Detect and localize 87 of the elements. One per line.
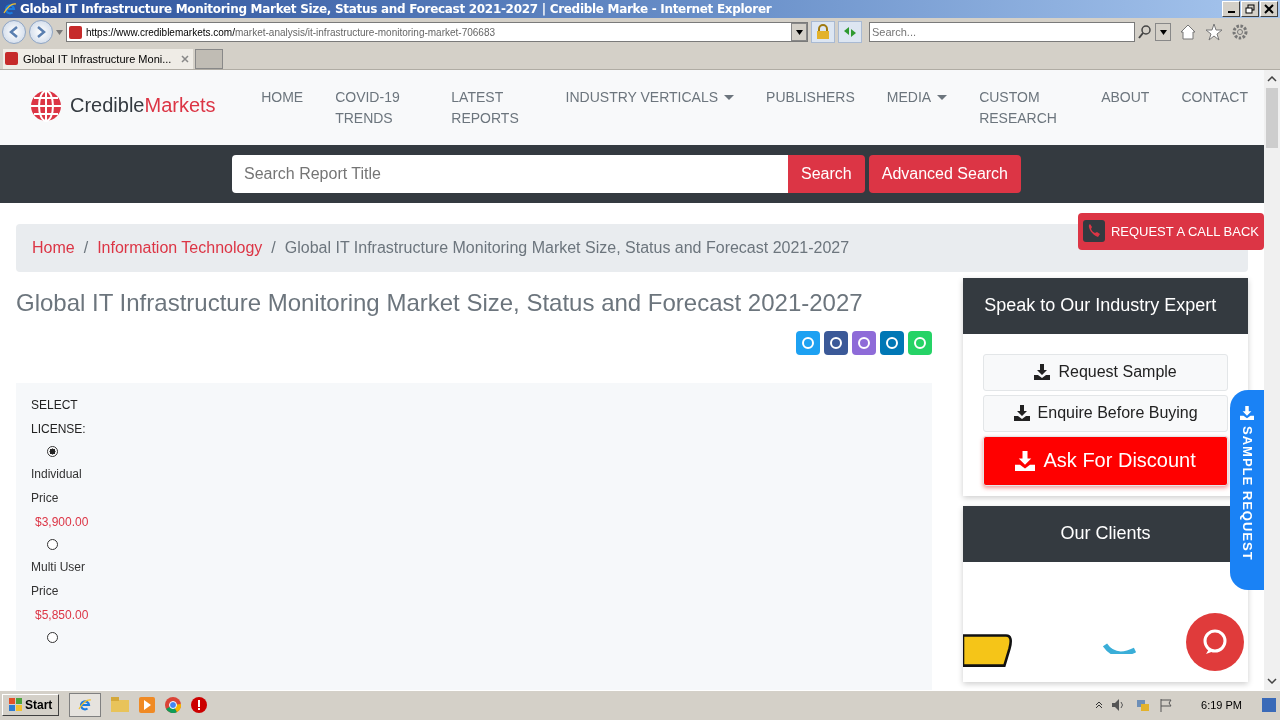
download-icon <box>1013 405 1030 422</box>
nav-link[interactable]: LATEST REPORTS <box>435 86 550 129</box>
start-button[interactable]: Start <box>2 694 60 717</box>
refresh-icon[interactable] <box>838 21 862 44</box>
site-favicon-icon <box>69 25 82 39</box>
forward-button[interactable] <box>29 20 53 45</box>
new-tab-button[interactable] <box>195 48 223 69</box>
nav-link[interactable]: CONTACT <box>1165 86 1264 129</box>
show-hidden-icons-icon[interactable] <box>1095 701 1104 710</box>
client-logo <box>963 631 1014 670</box>
minimize-icon <box>1227 10 1235 13</box>
nav-link[interactable]: HOME <box>245 86 320 129</box>
nav-link[interactable]: PUBLISHERS <box>750 86 871 129</box>
license-radio[interactable] <box>47 445 58 457</box>
site-favicon-icon <box>5 52 18 66</box>
chat-icon <box>1201 627 1229 656</box>
show-desktop-button[interactable] <box>1262 698 1276 713</box>
advanced-search-button[interactable]: Advanced Search <box>868 154 1021 193</box>
breadcrumb-link[interactable]: Home <box>32 238 75 257</box>
url-text: https://www.crediblemarkets.com/market-analysis/it-infrastructure-monitoring-market-706683 <box>86 26 497 38</box>
phone-icon <box>1082 220 1105 243</box>
close-icon <box>1264 3 1274 14</box>
browser-logo-icon <box>3 1 17 16</box>
caret-icon <box>1159 29 1167 35</box>
nav-link[interactable]: COVID-19 TRENDS <box>319 86 436 129</box>
request-call-back-button[interactable]: REQUEST A CALL BACK <box>1077 212 1264 250</box>
breadcrumb-current: Global IT Infrastructure Monitoring Market Size, Status and Forecast 2021-2027 <box>284 238 850 257</box>
scrollbar-thumb[interactable] <box>1266 87 1278 148</box>
license-radio[interactable] <box>47 631 58 643</box>
license-label: Multi User Price <box>31 558 86 600</box>
expert-button[interactable]: Enquire Before Buying <box>983 394 1228 432</box>
breadcrumb-link[interactable]: Information Technology <box>97 238 263 257</box>
expert-heading: Speak to Our Industry Expert <box>963 277 1248 334</box>
download-icon <box>1015 450 1036 471</box>
browser-tab[interactable]: Global IT Infrastructure Moni... <box>3 48 193 69</box>
scroll-up-icon[interactable] <box>1267 75 1277 82</box>
star-icon[interactable] <box>1205 23 1223 42</box>
license-heading: SELECT LICENSE: <box>31 396 87 438</box>
report-search-field[interactable]: Search Report Title <box>232 154 788 193</box>
minimize-button[interactable] <box>1222 0 1240 17</box>
search-icon[interactable] <box>1138 25 1152 40</box>
flag-icon[interactable] <box>1159 698 1174 713</box>
browser-taskbar-button[interactable] <box>69 693 102 718</box>
address-field[interactable]: https://www.crediblemarkets.com/market-analysis/it-infrastructure-monitoring-market-706683 <box>66 22 808 43</box>
restore-button[interactable] <box>1241 0 1259 17</box>
windows-logo-icon <box>9 698 23 713</box>
history-dropdown-icon[interactable] <box>56 29 63 35</box>
nav-link[interactable]: CUSTOM RESEARCH <box>963 86 1086 129</box>
scroll-down-icon[interactable] <box>1267 677 1277 684</box>
expert-button[interactable]: Request Sample <box>983 353 1228 391</box>
sample-request-tab[interactable]: SAMPLE REQUEST <box>1230 389 1264 590</box>
home-icon[interactable] <box>1179 23 1197 42</box>
nav-link[interactable]: MEDIA <box>870 86 964 129</box>
breadcrumb-separator: / <box>271 238 276 257</box>
site-logo[interactable]: CredibleMarkets <box>70 94 216 118</box>
network-icon[interactable] <box>1135 698 1152 713</box>
close-button[interactable] <box>1260 0 1278 17</box>
media-player-icon[interactable] <box>139 697 156 714</box>
settings-icon[interactable] <box>1231 23 1249 42</box>
download-icon <box>1240 405 1254 420</box>
license-price: $3,900.00 <box>34 513 90 531</box>
clock: 6:19 PM <box>1201 699 1242 712</box>
nav-link[interactable]: INDUSTRY VERTICALS <box>549 86 751 129</box>
report-title: Global IT Infrastructure Monitoring Market Size, Status and Forecast 2021-2027 <box>16 288 864 317</box>
breadcrumb-separator: / <box>83 238 89 257</box>
address-dropdown-button[interactable] <box>791 23 807 42</box>
window-title: Global IT Infrastructure Monitoring Market Size, Status and Forecast 2021-2027 | Credible Marke - Internet Explorer <box>20 1 773 16</box>
caret-icon <box>795 29 803 35</box>
license-radio[interactable] <box>47 538 58 550</box>
back-button[interactable] <box>2 20 26 45</box>
client-logo <box>1103 641 1138 654</box>
search-dropdown-button[interactable] <box>1155 23 1171 42</box>
close-tab-icon[interactable] <box>181 54 189 63</box>
browser-logo-icon <box>78 698 93 713</box>
browser-search-field[interactable]: Search... <box>869 22 1135 43</box>
restore-icon <box>1245 3 1255 14</box>
scrollbar[interactable] <box>1264 69 1280 690</box>
download-icon <box>1034 364 1051 381</box>
search-button[interactable]: Search <box>788 154 865 193</box>
globe-logo-icon <box>30 89 62 122</box>
tab-title: Global IT Infrastructure Moni... <box>23 52 172 65</box>
stop-sign-icon[interactable] <box>191 697 208 714</box>
nav-link[interactable]: ABOUT <box>1085 86 1166 129</box>
license-label: Individual Price <box>31 465 83 507</box>
discount-button[interactable]: Ask For Discount <box>983 435 1228 486</box>
license-price: $5,850.00 <box>34 606 90 624</box>
chrome-icon[interactable] <box>165 697 182 714</box>
